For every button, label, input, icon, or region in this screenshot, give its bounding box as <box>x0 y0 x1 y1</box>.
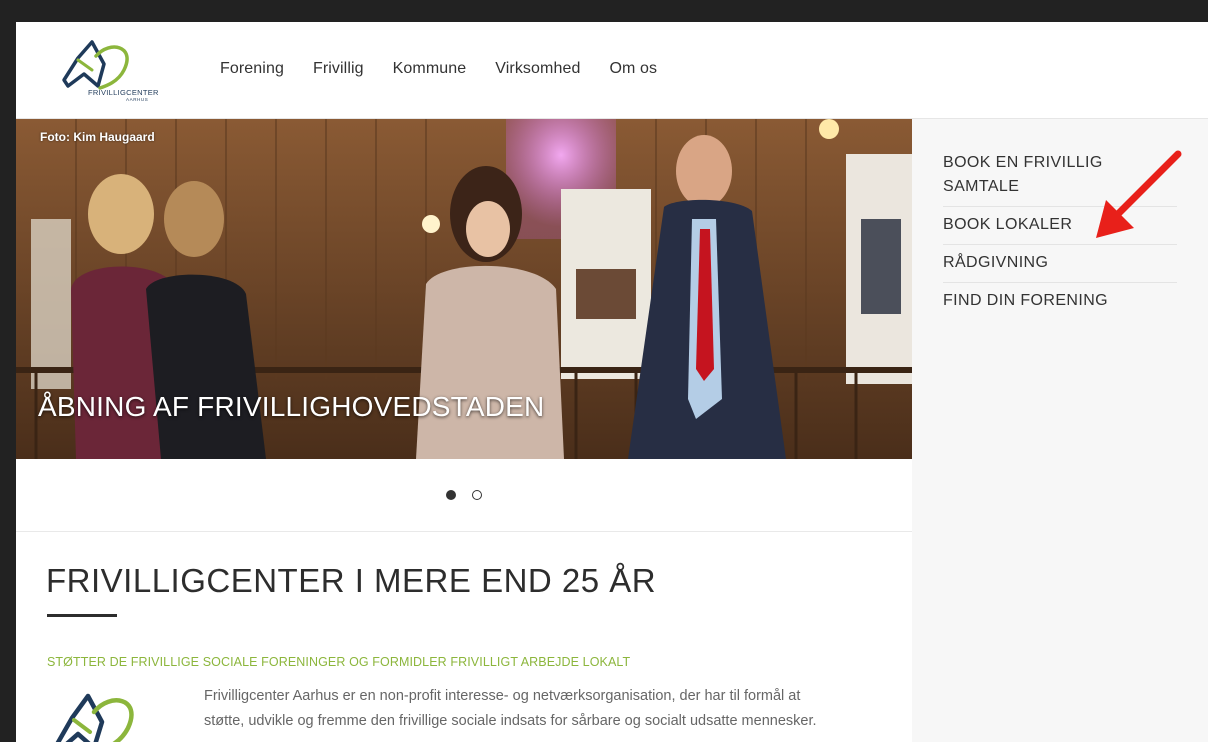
site-logo[interactable]: FRIVILLIGCENTER AARHUS <box>54 36 166 102</box>
nav-item-forening[interactable]: Forening <box>220 60 284 78</box>
logo-mark-icon <box>55 693 134 742</box>
hero-slider[interactable]: Foto: Kim Haugaard ÅBNING AF FRIVILLIGHO… <box>16 119 912 459</box>
page: FRIVILLIGCENTER AARHUS Forening Frivilli… <box>16 22 1208 742</box>
slider-pagination <box>16 459 912 532</box>
section-subheading: STØTTER DE FRIVILLIGE SOCIALE FORENINGER… <box>47 655 631 669</box>
nav-item-om-os[interactable]: Om os <box>609 60 657 78</box>
logo-subtext: AARHUS <box>126 97 148 102</box>
nav-item-virksomhed[interactable]: Virksomhed <box>495 60 580 78</box>
sidebar-item-find-din-forening[interactable]: FIND DIN FORENING <box>943 283 1177 320</box>
intro-logo <box>48 684 158 742</box>
nav-item-kommune[interactable]: Kommune <box>393 60 467 78</box>
site-header: FRIVILLIGCENTER AARHUS Forening Frivilli… <box>16 22 1208 119</box>
logo-text: FRIVILLIGCENTER <box>88 88 159 97</box>
page-title: FRIVILLIGCENTER I MERE END 25 ÅR <box>46 562 657 599</box>
intro-line-1: Frivilligcenter Aarhus er en non-profit … <box>204 688 801 704</box>
slider-dot-1[interactable] <box>446 490 456 500</box>
main-nav: Forening Frivillig Kommune Virksomhed Om… <box>220 60 657 78</box>
sidebar-item-raadgivning[interactable]: RÅDGIVNING <box>943 245 1177 283</box>
main-content: Foto: Kim Haugaard ÅBNING AF FRIVILLIGHO… <box>16 119 912 742</box>
nav-item-frivillig[interactable]: Frivillig <box>313 60 364 78</box>
title-divider <box>47 614 117 617</box>
photo-credit: Foto: Kim Haugaard <box>40 130 155 144</box>
intro-paragraph: Frivilligcenter Aarhus er en non-profit … <box>204 684 884 734</box>
logo-mark-icon: FRIVILLIGCENTER AARHUS <box>62 40 159 102</box>
slider-dot-2[interactable] <box>472 490 482 500</box>
hero-caption[interactable]: ÅBNING AF FRIVILLIGHOVEDSTADEN <box>38 391 544 423</box>
annotation-arrow-icon <box>1096 150 1182 238</box>
intro-line-2: støtte, udvikle og fremme den frivillige… <box>204 713 817 729</box>
